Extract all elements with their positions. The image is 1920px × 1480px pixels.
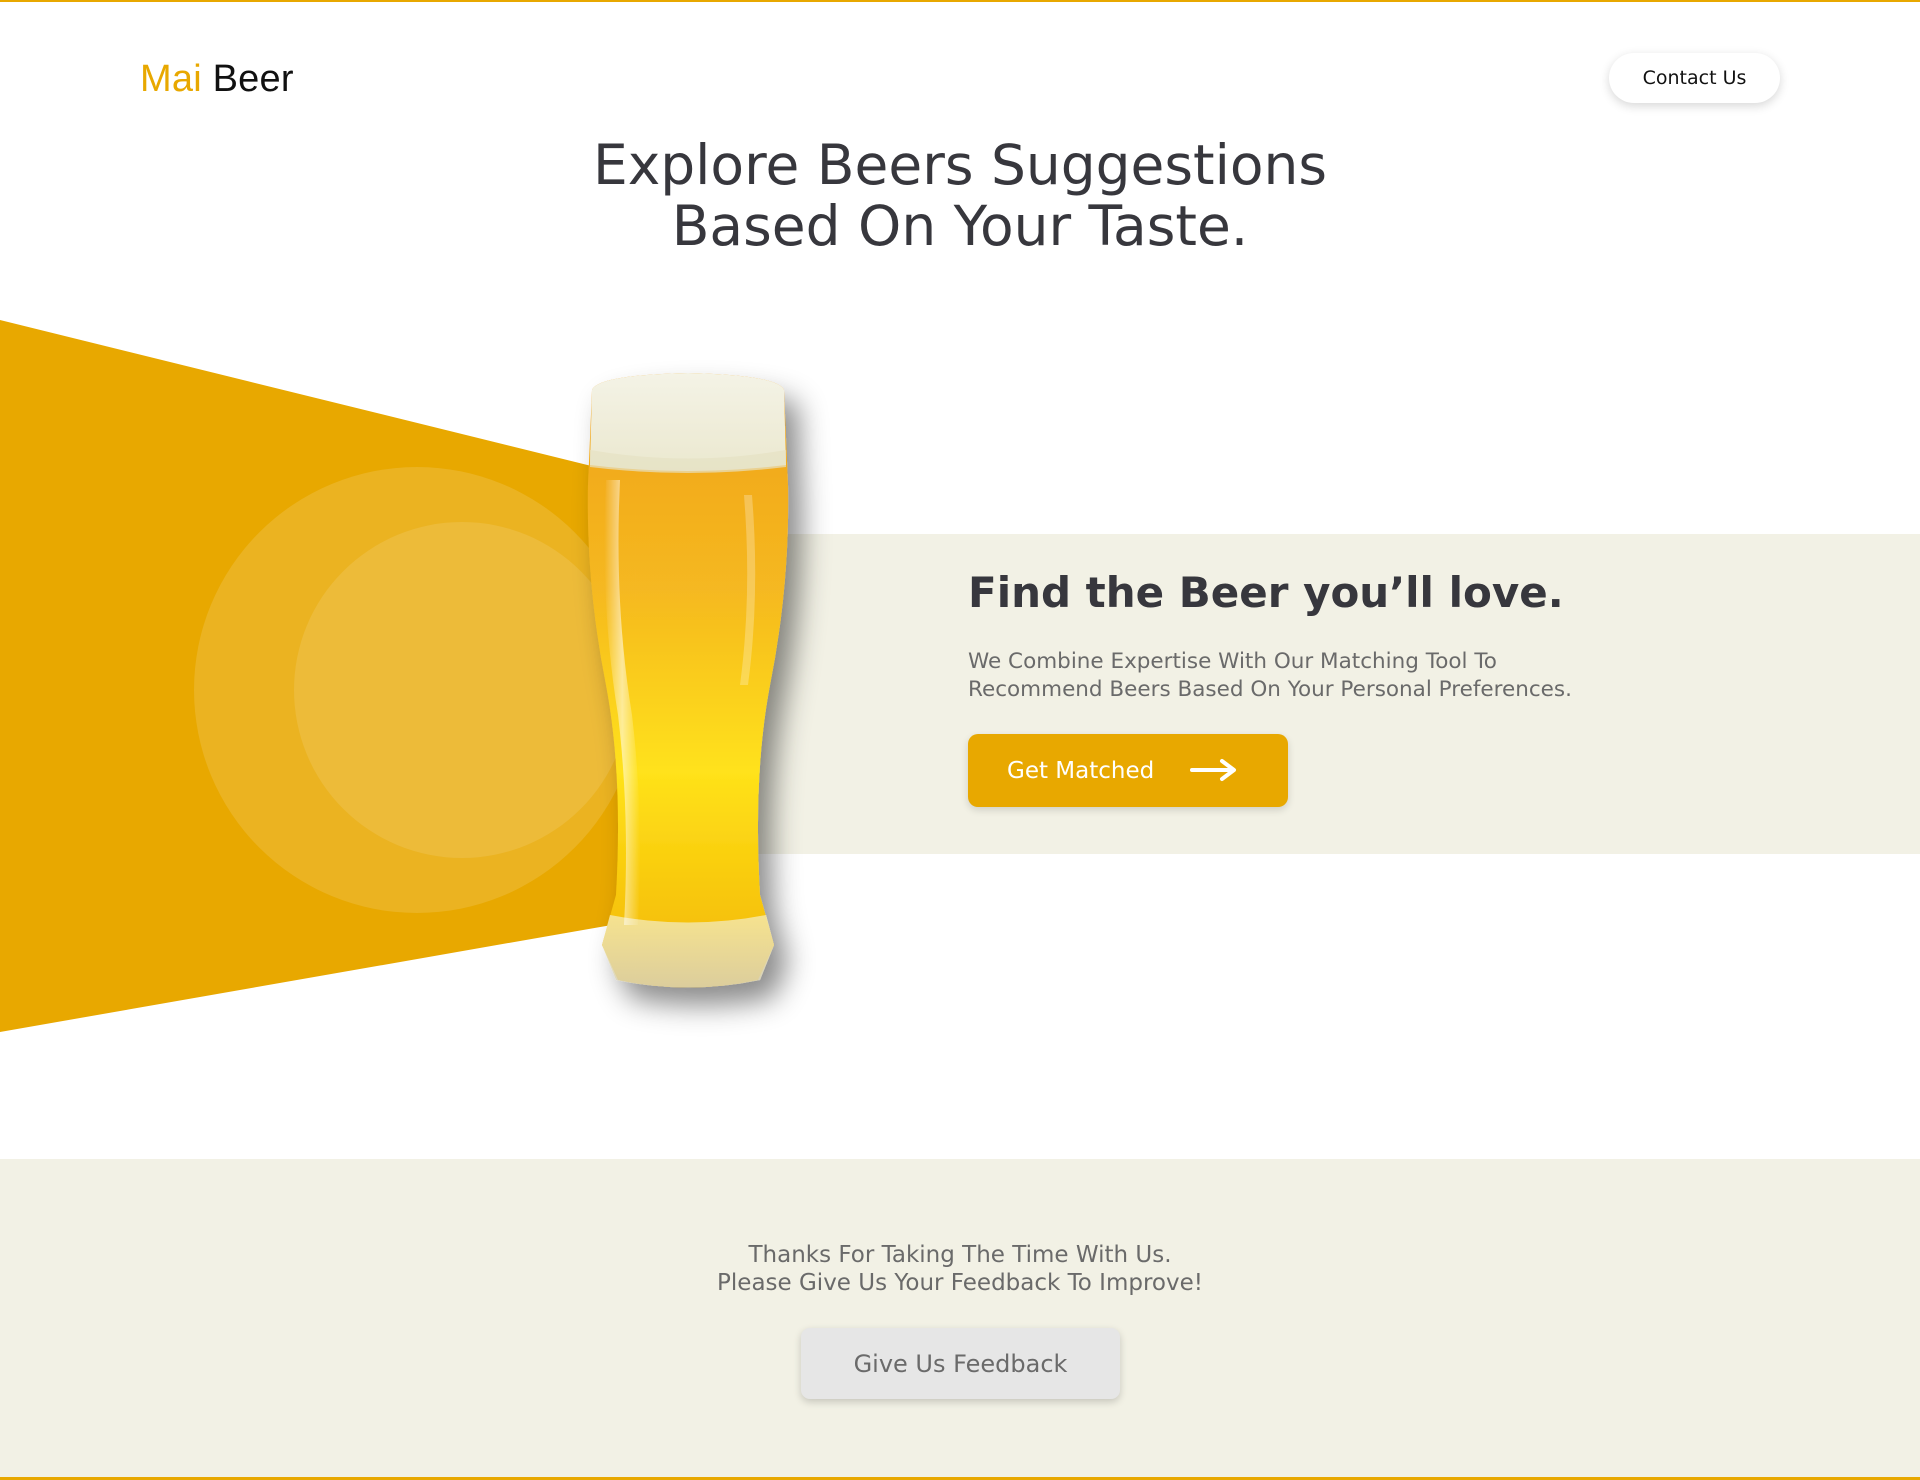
hero-title-line2: Based On Your Taste. bbox=[671, 194, 1249, 258]
thanks-line1: Thanks For Taking The Time With Us. bbox=[748, 1242, 1172, 1268]
beer-glass-image bbox=[587, 373, 789, 988]
feature-description-line2: Recommend Beers Based On Your Personal P… bbox=[968, 677, 1572, 702]
hero-title-line1: Explore Beers Suggestions bbox=[592, 133, 1328, 197]
logo-beer: Beer bbox=[212, 58, 294, 100]
thanks-line2: Please Give Us Your Feedback To Improve! bbox=[717, 1270, 1203, 1296]
top-accent-line bbox=[0, 0, 1920, 2]
get-matched-label: Get Matched bbox=[1007, 757, 1155, 784]
logo-mai: Mai bbox=[140, 58, 202, 100]
feedback-section bbox=[0, 1159, 1920, 1477]
give-feedback-button[interactable]: Give Us Feedback bbox=[801, 1328, 1120, 1399]
contact-us-button[interactable]: Contact Us bbox=[1609, 53, 1780, 103]
feature-description-line1: We Combine Expertise With Our Matching T… bbox=[968, 649, 1497, 674]
thanks-message: Thanks For Taking The Time With Us. Plea… bbox=[560, 1241, 1360, 1297]
feature-title: Find the Beer you’ll love. bbox=[968, 568, 1564, 617]
hero-title: Explore Beers Suggestions Based On Your … bbox=[460, 135, 1460, 257]
get-matched-button[interactable]: Get Matched bbox=[968, 734, 1288, 807]
logo[interactable]: Mai Beer bbox=[140, 58, 294, 101]
arrow-right-icon bbox=[1190, 759, 1236, 781]
feature-description: We Combine Expertise With Our Matching T… bbox=[968, 648, 1628, 704]
